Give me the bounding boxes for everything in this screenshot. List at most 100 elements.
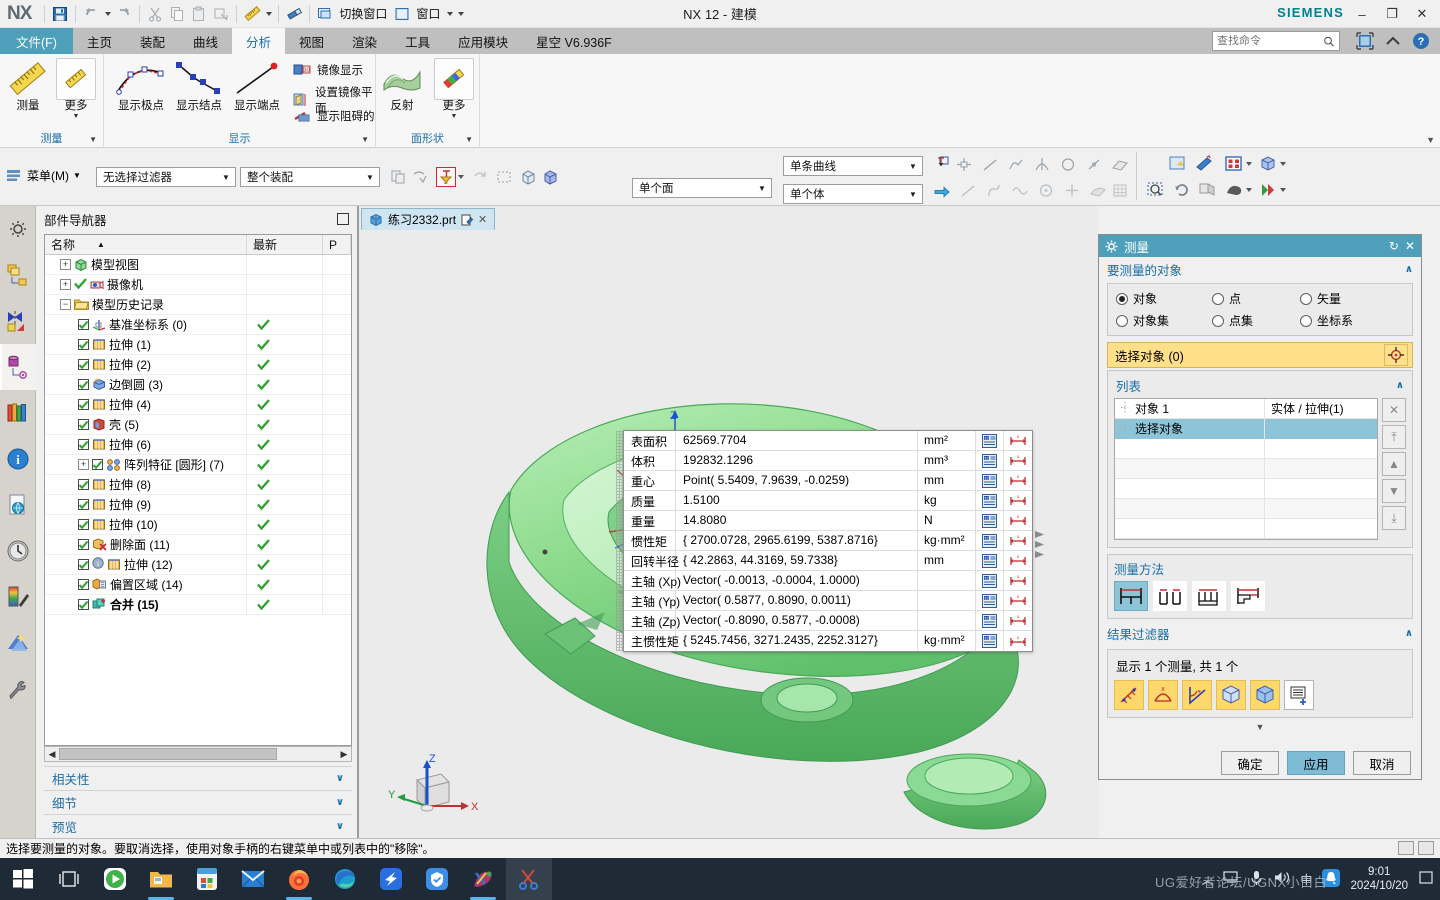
feature-tree-row[interactable]: 合并 (15) — [45, 594, 351, 615]
feature-tree-row[interactable]: 拉伸 (8) — [45, 474, 351, 495]
tab-curve[interactable]: 曲线 — [179, 28, 232, 54]
feature-checkbox[interactable] — [78, 419, 89, 430]
snip-tool-icon[interactable] — [506, 858, 552, 900]
show-knots-command[interactable]: 显示结点 — [170, 58, 228, 113]
window-icon[interactable] — [391, 3, 413, 25]
create-dimension-icon[interactable]: x — [1004, 511, 1032, 530]
feature-tree-row[interactable]: 拉伸 (1) — [45, 334, 351, 355]
tab-starsky[interactable]: 星空 V6.936F — [522, 28, 626, 54]
feature-checkbox[interactable] — [78, 519, 89, 530]
start-icon[interactable] — [0, 858, 46, 900]
close-icon[interactable]: ✕ — [478, 213, 487, 226]
snap-midpoint-icon[interactable] — [1062, 180, 1082, 200]
tab-view[interactable]: 视图 — [285, 28, 338, 54]
switch-window-icon[interactable] — [314, 3, 336, 25]
drag-handle[interactable] — [616, 431, 623, 651]
create-dimension-icon[interactable]: x — [1004, 451, 1032, 470]
chevron-down-icon[interactable]: ▼ — [465, 135, 473, 144]
minimize-button[interactable]: – — [1348, 2, 1376, 26]
tab-home[interactable]: 主页 — [73, 28, 126, 54]
feature-checkbox[interactable] — [92, 459, 103, 470]
view-layout-icon[interactable] — [1224, 154, 1244, 174]
status-view-icon[interactable] — [1418, 841, 1434, 855]
reflection-command[interactable]: 反射 — [378, 58, 426, 113]
section-details[interactable]: 细节 ∨ — [44, 790, 352, 814]
cut-icon[interactable] — [144, 3, 166, 25]
object-list-row[interactable]: 选择对象 — [1115, 418, 1377, 439]
undo-dropdown-icon[interactable] — [102, 3, 113, 25]
expression-icon[interactable]: 12 — [976, 591, 1004, 610]
snap-grid-icon[interactable] — [1110, 180, 1130, 200]
result-row[interactable]: 惯性矩{ 2700.0728, 2965.6199, 5387.8716} kg·… — [624, 531, 1032, 551]
mail-icon[interactable] — [230, 858, 276, 900]
sidebar-item-reuse-library[interactable] — [0, 390, 36, 436]
feature-checkbox[interactable] — [78, 399, 89, 410]
chevron-down-icon[interactable]: ▼ — [906, 162, 920, 171]
shaded-view-icon[interactable] — [1258, 154, 1278, 174]
radio-point[interactable]: 点 — [1212, 290, 1300, 307]
chevron-down-icon[interactable]: ∨ — [336, 821, 344, 832]
show-more-options-icon[interactable]: ▼ — [1099, 718, 1421, 734]
result-row[interactable]: 质量 1.5100 kg 12 x — [624, 491, 1032, 511]
sidebar-item-part-navigator[interactable] — [0, 344, 36, 390]
collapse-icon[interactable]: − — [60, 299, 71, 310]
zoom-window-icon[interactable] — [1146, 180, 1166, 200]
search-input[interactable] — [1217, 35, 1324, 47]
feature-tree-hscrollbar[interactable]: ◀ ▶ — [44, 746, 352, 762]
show-poles-command[interactable]: 显示极点 — [112, 58, 170, 113]
nx-icon[interactable] — [460, 858, 506, 900]
task-view-icon[interactable] — [46, 858, 92, 900]
chevron-down-icon[interactable]: ▼ — [361, 135, 369, 144]
chevron-down-icon[interactable]: ▼ — [363, 173, 377, 182]
tab-applications[interactable]: 应用模块 — [444, 28, 522, 54]
list-section-header[interactable]: 列表 ∧ — [1114, 376, 1406, 395]
close-icon[interactable]: ✕ — [1405, 239, 1415, 253]
tab-file[interactable]: 文件(F) — [0, 28, 73, 54]
window-dropdown-icon[interactable] — [444, 3, 455, 25]
chevron-down-icon[interactable]: ▼ — [906, 190, 920, 199]
firefox-icon[interactable] — [276, 858, 322, 900]
feature-checkbox[interactable] — [78, 359, 89, 370]
result-row[interactable]: 主轴 (Xp) Vector( -0.0013, -0.0004, 1.0000)… — [624, 571, 1032, 591]
object-list-grid[interactable]: 对象 1 实体 / 拉伸(1) 选择对象 — [1114, 398, 1378, 540]
result-row[interactable]: 重量 14.8080 N 12 x — [624, 511, 1032, 531]
section-result-filter[interactable]: 结果过滤器 ∧ — [1099, 621, 1421, 645]
expression-icon[interactable]: 12 — [976, 551, 1004, 570]
paste-special-icon[interactable] — [210, 3, 232, 25]
selection-filter-combo[interactable]: 无选择过滤器 ▼ — [96, 167, 236, 187]
paste-icon[interactable] — [188, 3, 210, 25]
feature-tree-row[interactable]: 壳 (5) — [45, 414, 351, 435]
fit-view-icon[interactable] — [1194, 154, 1214, 174]
close-button[interactable]: ✕ — [1408, 2, 1436, 26]
method-multi-icon[interactable] — [1192, 581, 1226, 611]
object-list-row[interactable] — [1115, 518, 1377, 539]
selection-scope-combo[interactable]: 整个装配 ▼ — [240, 167, 380, 187]
sidebar-item-history[interactable] — [0, 528, 36, 574]
feature-checkbox[interactable] — [78, 339, 89, 350]
create-dimension-icon[interactable]: x — [1004, 431, 1032, 450]
body-icon[interactable] — [540, 167, 560, 187]
chevron-down-icon[interactable]: ∨ — [336, 797, 344, 808]
expression-icon[interactable]: 12 — [976, 431, 1004, 450]
fullscreen-icon[interactable] — [1354, 30, 1376, 52]
sidebar-item-system-scenes[interactable] — [0, 620, 36, 666]
chevron-down-icon[interactable]: ▼ — [430, 113, 478, 120]
angle-icon[interactable] — [1182, 680, 1212, 710]
sidebar-item-constraint-navigator[interactable] — [0, 298, 36, 344]
model-canvas[interactable]: Z 表面积 62569.7704 mm² 12 x 体积 192832.1296 mm³ 12 x… — [359, 232, 1099, 838]
feature-checkbox[interactable] — [78, 599, 89, 610]
expression-icon[interactable]: 12 — [976, 511, 1004, 530]
body-icon[interactable] — [1250, 680, 1280, 710]
chevron-up-icon[interactable]: ∧ — [1405, 264, 1413, 275]
tab-tools[interactable]: 工具 — [391, 28, 444, 54]
object-list-row[interactable] — [1115, 478, 1377, 499]
measure-icon[interactable] — [241, 3, 263, 25]
chevron-down-icon[interactable]: ▼ — [89, 135, 97, 144]
redo-icon[interactable] — [113, 3, 135, 25]
switch-window-label[interactable]: 切换窗口 — [336, 5, 391, 22]
measure-command[interactable]: 测量 — [4, 58, 52, 113]
rotate-view-icon[interactable] — [1172, 180, 1192, 200]
solid-icon[interactable] — [1216, 680, 1246, 710]
expression-icon[interactable]: 12 — [976, 451, 1004, 470]
feature-tree-row[interactable]: 拉伸 (10) — [45, 514, 351, 535]
